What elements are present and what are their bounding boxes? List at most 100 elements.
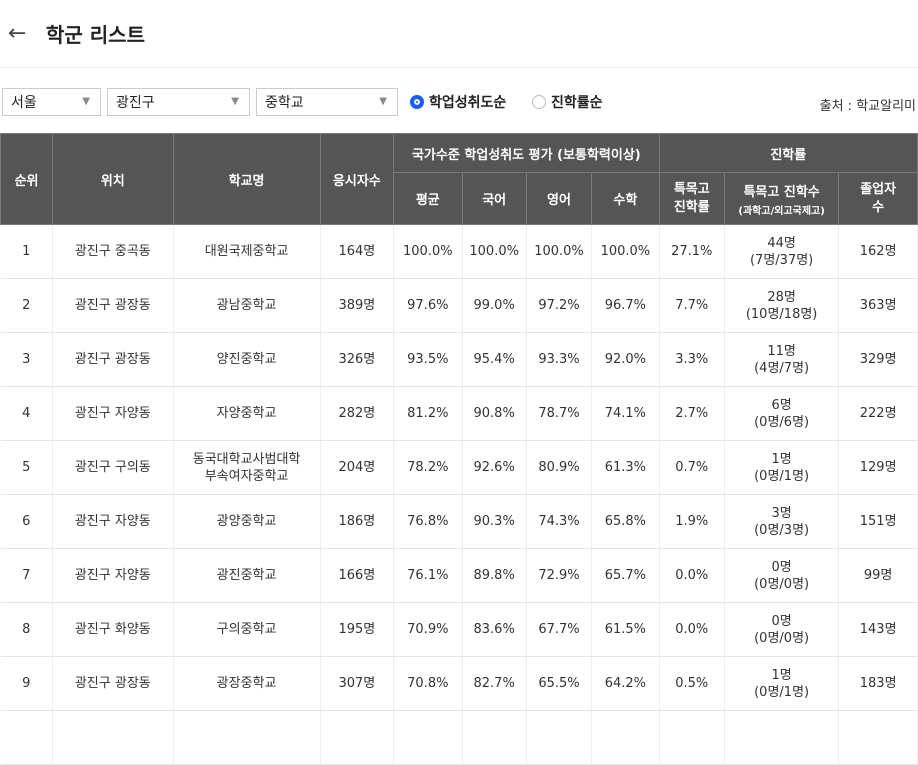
location-cell: 광진구 광장동 [52, 656, 174, 711]
special-count-value: 1명 [771, 451, 792, 467]
avg-cell: 97.6% [393, 278, 463, 333]
source-label: 출처 : 학교알리미 [819, 99, 916, 114]
graduates-cell: 183명 [838, 656, 918, 711]
examinees-cell: 326명 [320, 332, 395, 387]
location-cell: 광진구 광장동 [52, 278, 174, 333]
school-name-cell: 광진중학교 [173, 548, 321, 603]
graduates-cell: 162명 [838, 224, 918, 279]
special-count-value: 11명 [767, 343, 796, 359]
english-cell: 74.3% [526, 494, 593, 549]
empty-cell [320, 710, 395, 765]
special-count-breakdown: (7명/37명) [749, 252, 814, 268]
radio-unselected-icon [532, 95, 546, 109]
empty-cell [838, 710, 918, 765]
school-name-cell: 자양중학교 [173, 386, 321, 441]
special-count-value: 1명 [771, 667, 792, 683]
page-header: ← 학군 리스트 [0, 0, 918, 68]
school-level-select-value: 중학교 [265, 95, 304, 111]
korean-cell: 99.0% [462, 278, 527, 333]
math-cell: 61.3% [591, 440, 660, 495]
empty-cell [526, 710, 593, 765]
special-count-cell: 1명 (0명/1명) [724, 440, 840, 495]
school-name-cell: 광양중학교 [173, 494, 321, 549]
location-cell: 광진구 자양동 [52, 548, 174, 603]
table-row[interactable]: 7 광진구 자양동 광진중학교 166명 76.1% 89.8% 72.9% 65.7% 0.0… [0, 548, 918, 603]
examinees-cell: 186명 [320, 494, 395, 549]
sort-radio-achievement[interactable]: 학업성취도순 [410, 92, 506, 112]
location-cell: 광진구 구의동 [52, 440, 174, 495]
arrow-left-icon[interactable]: ← [8, 21, 36, 46]
region-select[interactable]: 서울 ▼ [2, 88, 101, 116]
header-rank: 순위 [0, 133, 54, 225]
header-location: 위치 [52, 133, 174, 225]
header-graduates: 졸업자 수 [838, 172, 918, 225]
empty-cell [462, 710, 527, 765]
special-count-breakdown: (10명/18명) [745, 306, 818, 322]
location-cell: 광진구 화양동 [52, 602, 174, 657]
header-special-count-label: 특목고 진학수 [743, 184, 820, 200]
math-cell: 74.1% [591, 386, 660, 441]
school-level-select[interactable]: 중학교 ▼ [256, 88, 398, 116]
header-korean: 국어 [461, 172, 527, 225]
district-select[interactable]: 광진구 ▼ [107, 88, 250, 116]
special-count-value: 6명 [771, 397, 792, 413]
chevron-down-icon: ▼ [231, 96, 239, 107]
special-count-breakdown: (0명/3명) [754, 522, 810, 538]
table-row[interactable]: 4 광진구 자양동 자양중학교 282명 81.2% 90.8% 78.7% 74.1% 2.7… [0, 386, 918, 441]
table-row[interactable]: 6 광진구 자양동 광양중학교 186명 76.8% 90.3% 74.3% 65.8% 1.9… [0, 494, 918, 549]
table-row[interactable]: 3 광진구 광장동 양진중학교 326명 93.5% 95.4% 93.3% 92.0% 3.3… [0, 332, 918, 387]
math-cell: 64.2% [591, 656, 660, 711]
header-special-rate: 특목고 진학률 [658, 172, 725, 225]
location-cell: 광진구 광장동 [52, 332, 174, 387]
table-row[interactable]: 5 광진구 구의동 동국대학교사범대학 부속여자중학교 204명 78.2% 92.6% 8… [0, 440, 918, 495]
table-row[interactable]: 2 광진구 광장동 광남중학교 389명 97.6% 99.0% 97.2% 96.7% 7.7… [0, 278, 918, 333]
sort-radio-advancement[interactable]: 진학률순 [532, 92, 603, 112]
special-count-cell: 0명 (0명/0명) [724, 548, 840, 603]
chevron-down-icon: ▼ [379, 96, 387, 107]
empty-cell [52, 710, 174, 765]
korean-cell: 100.0% [462, 224, 527, 279]
filter-bar: 서울 ▼ 광진구 ▼ 중학교 ▼ 학업성취도순 진학률순 출처 : 학교알리미 [0, 88, 918, 118]
examinees-cell: 282명 [320, 386, 395, 441]
table-row[interactable]: 1 광진구 중곡동 대원국제중학교 164명 100.0% 100.0% 100.0% 100… [0, 224, 918, 279]
school-table: 순위 위치 학교명 응시자수 국가수준 학업성취도 평가 (보통학력이상) 진학… [0, 133, 918, 765]
avg-cell: 76.8% [393, 494, 463, 549]
empty-cell [173, 710, 321, 765]
korean-cell: 95.4% [462, 332, 527, 387]
math-cell: 100.0% [591, 224, 660, 279]
special-rate-cell: 0.5% [659, 656, 725, 711]
header-math: 수학 [591, 172, 660, 225]
special-count-breakdown: (0명/6명) [754, 414, 810, 430]
special-count-value: 44명 [767, 235, 796, 251]
special-count-value: 0명 [771, 559, 792, 575]
school-name-cell: 구의중학교 [173, 602, 321, 657]
math-cell: 65.8% [591, 494, 660, 549]
location-cell: 광진구 중곡동 [52, 224, 174, 279]
avg-cell: 93.5% [393, 332, 463, 387]
math-cell: 92.0% [591, 332, 660, 387]
table-row[interactable] [0, 710, 918, 765]
special-count-cell: 6명 (0명/6명) [724, 386, 840, 441]
rank-cell: 1 [0, 224, 54, 279]
special-count-cell: 1명 (0명/1명) [724, 656, 840, 711]
header-english: 영어 [525, 172, 593, 225]
english-cell: 78.7% [526, 386, 593, 441]
header-special-count-sub: (과학고/외고국제고) [738, 205, 825, 217]
school-name-cell: 대원국제중학교 [173, 224, 321, 279]
avg-cell: 81.2% [393, 386, 463, 441]
math-cell: 65.7% [591, 548, 660, 603]
special-rate-cell: 3.3% [659, 332, 725, 387]
graduates-cell: 222명 [838, 386, 918, 441]
empty-cell [393, 710, 463, 765]
english-cell: 100.0% [526, 224, 593, 279]
rank-cell: 6 [0, 494, 54, 549]
examinees-cell: 166명 [320, 548, 395, 603]
special-rate-cell: 0.0% [659, 602, 725, 657]
special-count-breakdown: (0명/0명) [754, 630, 810, 646]
table-row[interactable]: 9 광진구 광장동 광장중학교 307명 70.8% 82.7% 65.5% 64.2% 0.5… [0, 656, 918, 711]
special-count-value: 28명 [767, 289, 796, 305]
korean-cell: 92.6% [462, 440, 527, 495]
rank-cell: 3 [0, 332, 54, 387]
table-row[interactable]: 8 광진구 화양동 구의중학교 195명 70.9% 83.6% 67.7% 61.5% 0.0… [0, 602, 918, 657]
special-rate-cell: 1.9% [659, 494, 725, 549]
